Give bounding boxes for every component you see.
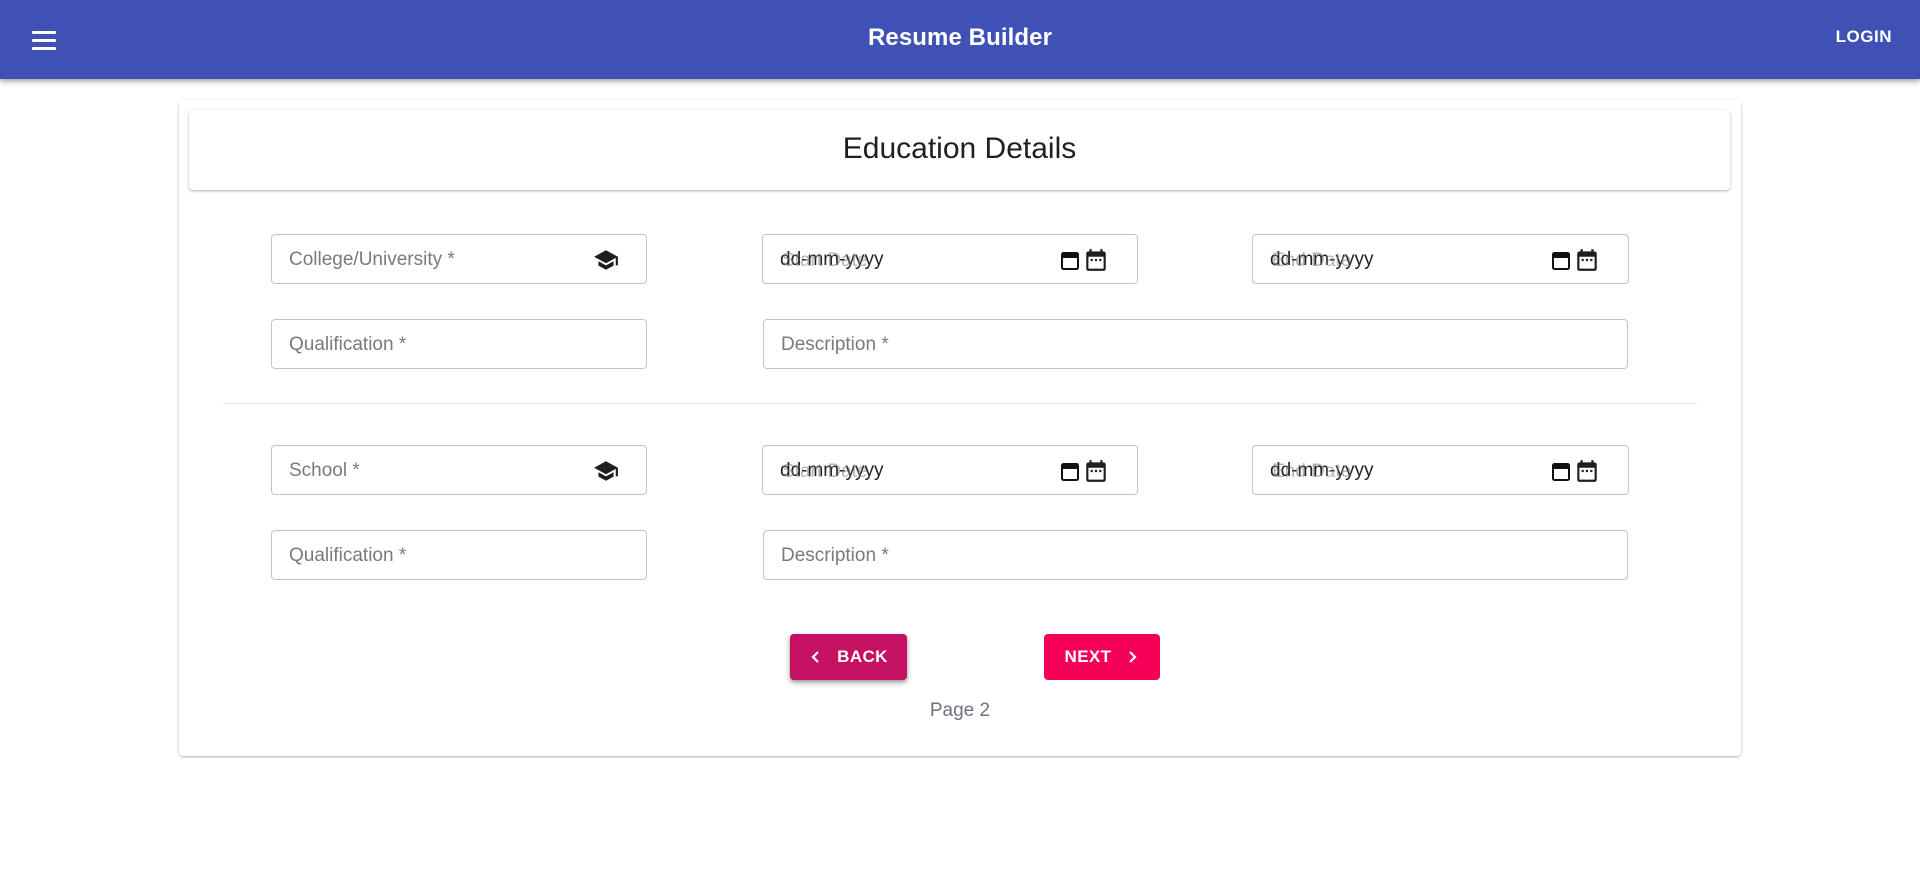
start-date-label: Start Date bbox=[782, 250, 868, 271]
college-university-input[interactable]: College/University * bbox=[271, 234, 647, 284]
card-header: Education Details bbox=[189, 110, 1730, 190]
start-date-input[interactable]: Start Date dd-mm-yyyy bbox=[762, 234, 1138, 284]
school-end-date-value: End Date dd-mm-yyyy bbox=[1270, 460, 1373, 482]
school-start-date-label: Start Date bbox=[782, 461, 868, 482]
end-date-label: End Date bbox=[1272, 250, 1352, 271]
description-placeholder: Description * bbox=[781, 334, 889, 355]
page-indicator: Page 2 bbox=[929, 700, 991, 721]
school-end-date-label: End Date bbox=[1272, 461, 1352, 482]
next-button-label: NEXT bbox=[1064, 647, 1112, 666]
school-start-date-input[interactable]: Start Date dd-mm-yyyy bbox=[762, 445, 1138, 495]
school-description-input[interactable]: Description * bbox=[763, 530, 1628, 580]
chevron-right-icon bbox=[1129, 651, 1138, 663]
login-button[interactable]: LOGIN bbox=[1836, 27, 1892, 47]
back-button[interactable]: BACK bbox=[790, 634, 907, 680]
section-divider bbox=[223, 403, 1697, 404]
description-input[interactable]: Description * bbox=[763, 319, 1628, 369]
school-description-placeholder: Description * bbox=[781, 545, 889, 566]
education-form-card: Education Details bbox=[179, 100, 1741, 756]
calendar-picker-icon[interactable] bbox=[1061, 461, 1079, 481]
school-qualification-placeholder: Qualification * bbox=[289, 545, 407, 566]
calendar-icon[interactable] bbox=[1574, 458, 1600, 484]
app-title: Resume Builder bbox=[867, 24, 1053, 51]
school-placeholder: School * bbox=[289, 460, 360, 481]
qualification-input[interactable]: Qualification * bbox=[271, 319, 647, 369]
calendar-icon[interactable] bbox=[1574, 247, 1600, 273]
college-university-placeholder: College/University * bbox=[289, 249, 455, 270]
calendar-picker-icon[interactable] bbox=[1552, 250, 1570, 270]
school-qualification-input[interactable]: Qualification * bbox=[271, 530, 647, 580]
next-button[interactable]: NEXT bbox=[1044, 634, 1160, 680]
page-title: Education Details bbox=[842, 132, 1077, 165]
start-date-value: Start Date dd-mm-yyyy bbox=[780, 249, 883, 271]
school-start-date-value: Start Date dd-mm-yyyy bbox=[780, 460, 883, 482]
graduation-cap-icon bbox=[594, 461, 618, 481]
calendar-picker-icon[interactable] bbox=[1552, 461, 1570, 481]
calendar-icon[interactable] bbox=[1083, 458, 1109, 484]
school-end-date-input[interactable]: End Date dd-mm-yyyy bbox=[1252, 445, 1629, 495]
end-date-value: End Date dd-mm-yyyy bbox=[1270, 249, 1373, 271]
back-button-label: BACK bbox=[837, 647, 888, 666]
chevron-left-icon bbox=[811, 651, 819, 663]
school-input[interactable]: School * bbox=[271, 445, 647, 495]
app-bar: Resume Builder LOGIN bbox=[0, 0, 1920, 79]
qualification-placeholder: Qualification * bbox=[289, 334, 407, 355]
calendar-icon[interactable] bbox=[1083, 247, 1109, 273]
graduation-cap-icon bbox=[594, 250, 618, 270]
end-date-input[interactable]: End Date dd-mm-yyyy bbox=[1252, 234, 1629, 284]
calendar-picker-icon[interactable] bbox=[1061, 250, 1079, 270]
